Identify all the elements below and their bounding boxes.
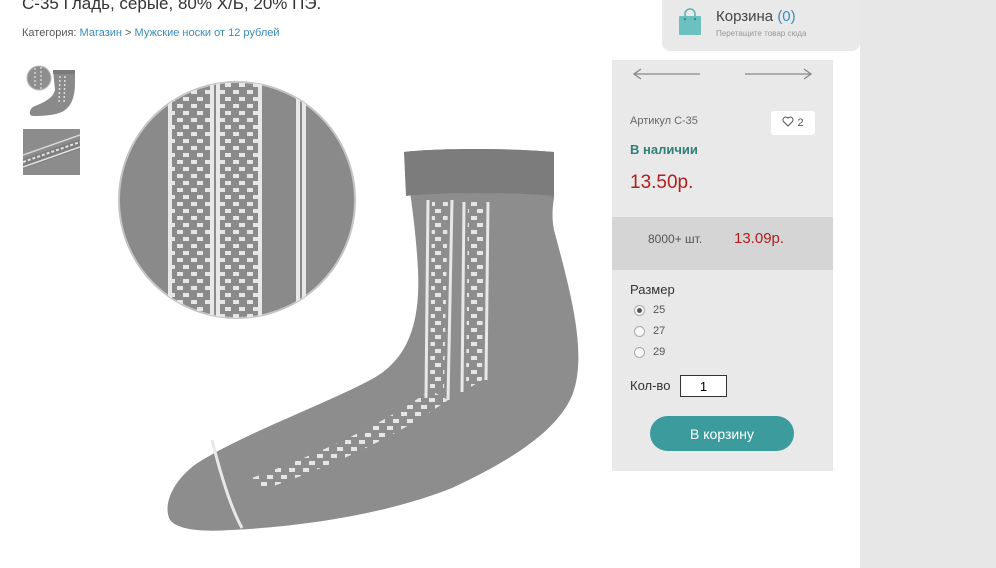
size-radio[interactable]: [634, 346, 645, 358]
size-label: Размер: [630, 282, 675, 297]
bulk-quantity: 8000+ шт.: [648, 232, 703, 246]
product-title: С-35 Гладь, серые, 80% Х/Б, 20% ПЭ.: [22, 0, 322, 13]
favorite-count: 2: [797, 117, 804, 129]
size-option-label: 27: [653, 325, 666, 337]
bulk-price-row: 8000+ шт. 13.09р.: [612, 217, 833, 270]
size-option-25[interactable]: 25: [634, 304, 665, 316]
quantity-input[interactable]: [680, 375, 727, 397]
add-to-cart-button[interactable]: В корзину: [650, 416, 794, 451]
size-option-label: 29: [653, 346, 666, 358]
page-right-margin: [860, 0, 996, 568]
product-price: 13.50р.: [630, 172, 694, 193]
product-purchase-panel: Артикул С-35 2 В наличии 13.50р. 8000+ ш…: [612, 60, 833, 471]
favorite-button[interactable]: 2: [771, 111, 815, 135]
bulk-price: 13.09р.: [734, 230, 785, 247]
breadcrumb-link-shop[interactable]: Магазин: [80, 27, 122, 39]
product-thumbnail-1[interactable]: [23, 64, 80, 118]
cart-widget[interactable]: Корзина (0) Перетащите товар сюда: [662, 0, 860, 51]
size-option-27[interactable]: 27: [634, 325, 665, 337]
cart-title-text: Корзина: [716, 8, 774, 25]
cart-hint: Перетащите товар сюда: [716, 29, 807, 38]
size-option-29[interactable]: 29: [634, 346, 665, 358]
size-option-label: 25: [653, 304, 666, 316]
cart-count: (0): [777, 8, 796, 25]
heart-icon: [782, 116, 794, 130]
arrow-right-icon[interactable]: [743, 66, 813, 87]
product-image[interactable]: [92, 60, 584, 542]
shopping-bag-icon: [678, 8, 702, 41]
arrow-left-icon[interactable]: [632, 66, 702, 87]
size-radio[interactable]: [634, 304, 645, 316]
quantity-label: Кол-во: [630, 378, 671, 393]
cart-title: Корзина (0): [716, 8, 796, 25]
breadcrumb-separator: >: [121, 27, 135, 39]
product-sku: Артикул С-35: [630, 115, 698, 127]
breadcrumb-link-category[interactable]: Мужские носки от 12 рублей: [135, 27, 280, 39]
product-thumbnail-2[interactable]: [23, 129, 80, 175]
breadcrumb-label: Категория:: [22, 27, 77, 39]
stock-status: В наличии: [630, 142, 698, 157]
size-radio[interactable]: [634, 325, 645, 337]
breadcrumb: Категория: Магазин > Мужские носки от 12…: [22, 27, 280, 39]
